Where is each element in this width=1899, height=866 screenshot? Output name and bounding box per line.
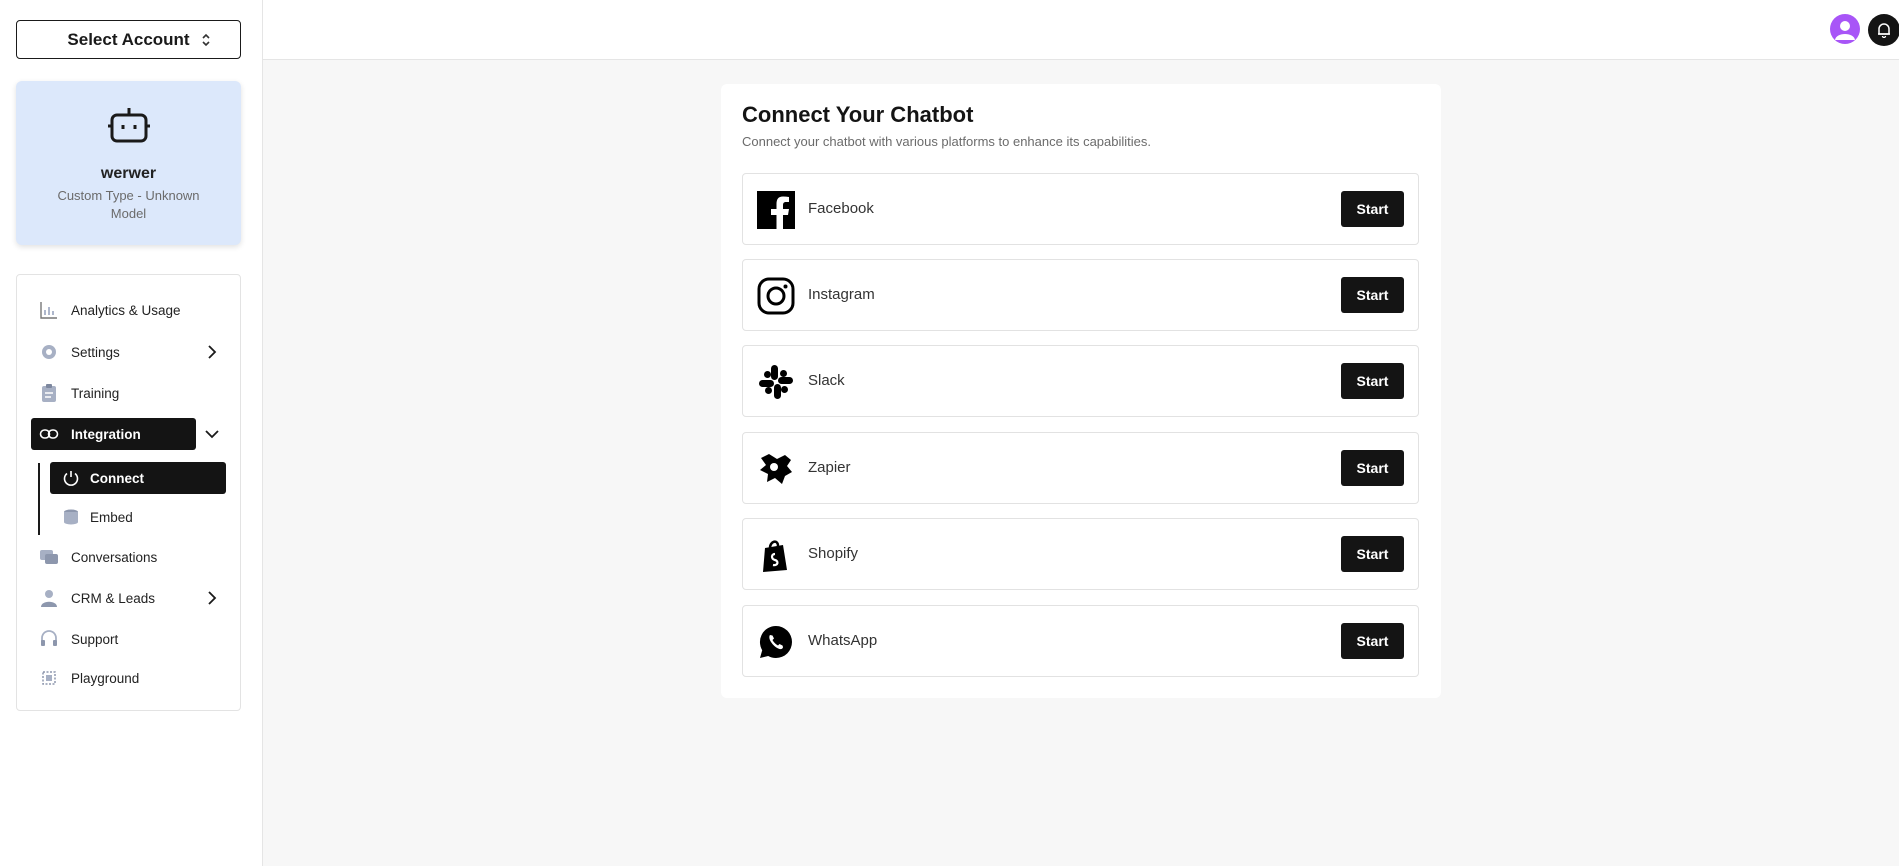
bot-type: Custom Type - Unknown Model	[57, 188, 200, 221]
sidebar-item-label: Playground	[71, 670, 140, 686]
chevron-up-down-icon	[202, 33, 210, 47]
user-icon	[41, 590, 57, 607]
sidebar-item-support[interactable]: Support	[31, 623, 231, 655]
database-icon	[64, 509, 78, 525]
sidebar: Select Account werwer Custom Type - Unkn…	[0, 0, 263, 866]
link-icon	[39, 429, 59, 439]
shopify-icon	[763, 540, 787, 572]
whatsapp-start-button[interactable]: Start	[1341, 623, 1404, 659]
chevron-right-icon[interactable]	[205, 345, 219, 359]
sidebar-item-training[interactable]: Training	[31, 377, 231, 409]
sidebar-subitem-label: Connect	[90, 470, 144, 486]
whatsapp-icon	[759, 625, 792, 658]
sidebar-subitem-embed[interactable]: Embed	[50, 501, 226, 533]
sidebar-item-label: Integration	[71, 426, 141, 442]
submenu-divider	[38, 463, 40, 535]
integration-row-whatsapp: WhatsApp Start	[742, 605, 1419, 677]
avatar-icon	[1835, 21, 1855, 40]
sidebar-item-label: Training	[71, 385, 120, 401]
sidebar-subitem-connect[interactable]: Connect	[50, 462, 226, 494]
integration-name: Zapier	[808, 459, 851, 476]
account-select-label: Select Account	[67, 29, 190, 49]
chevron-right-icon[interactable]	[205, 591, 219, 605]
sidebar-item-label: Conversations	[71, 549, 158, 565]
analytics-icon	[40, 302, 57, 319]
power-icon	[63, 471, 79, 486]
chip-icon	[42, 671, 56, 685]
integration-row-zapier: Zapier Start	[742, 432, 1419, 504]
bot-card: werwer Custom Type - Unknown Model	[16, 81, 241, 245]
sidebar-item-label: Analytics & Usage	[71, 302, 181, 318]
sidebar-item-label: CRM & Leads	[71, 590, 156, 606]
sidebar-item-integration[interactable]: Integration	[31, 418, 196, 450]
integration-row-facebook: Facebook Start	[742, 173, 1419, 245]
sidebar-item-playground[interactable]: Playground	[31, 662, 231, 694]
sidebar-item-crm[interactable]: CRM & Leads	[31, 582, 231, 614]
bot-name: werwer	[100, 165, 157, 182]
user-avatar[interactable]	[1830, 14, 1860, 44]
integration-name: Instagram	[808, 286, 875, 303]
bot-icon	[108, 108, 150, 143]
bell-icon	[1878, 23, 1890, 38]
slack-icon	[759, 365, 793, 399]
sidebar-item-conversations[interactable]: Conversations	[31, 541, 231, 573]
integration-name: WhatsApp	[808, 632, 878, 649]
integration-name: Slack	[808, 372, 845, 389]
chat-icon	[40, 550, 58, 564]
headset-icon	[41, 630, 57, 646]
shopify-start-button[interactable]: Start	[1341, 536, 1404, 572]
instagram-icon	[757, 277, 795, 315]
facebook-start-button[interactable]: Start	[1341, 191, 1404, 227]
sidebar-subitem-label: Embed	[90, 509, 133, 525]
notifications-button[interactable]	[1868, 14, 1899, 46]
connect-panel: Connect Your Chatbot Connect your chatbo…	[721, 84, 1441, 698]
sidebar-item-settings[interactable]: Settings	[31, 336, 231, 368]
account-select[interactable]: Select Account	[16, 20, 241, 59]
zapier-start-button[interactable]: Start	[1341, 450, 1404, 486]
slack-start-button[interactable]: Start	[1341, 363, 1404, 399]
clipboard-icon	[42, 384, 56, 402]
integration-name: Shopify	[808, 545, 859, 562]
integration-row-slack: Slack Start	[742, 345, 1419, 417]
integration-row-shopify: Shopify Start	[742, 518, 1419, 590]
integration-name: Facebook	[808, 200, 874, 217]
gear-icon	[42, 345, 56, 359]
sidebar-item-label: Support	[71, 631, 119, 647]
page-title: Connect Your Chatbot	[742, 102, 974, 127]
top-bar	[263, 0, 1899, 60]
instagram-start-button[interactable]: Start	[1341, 277, 1404, 313]
chevron-down-icon[interactable]	[205, 427, 219, 441]
sidebar-item-label: Settings	[71, 344, 120, 360]
facebook-icon	[757, 191, 795, 229]
sidebar-item-analytics[interactable]: Analytics & Usage	[31, 294, 231, 326]
page-subtitle: Connect your chatbot with various platfo…	[742, 134, 1151, 149]
zapier-icon	[760, 454, 792, 484]
sidebar-nav: Analytics & Usage Settings Training Inte…	[16, 274, 241, 711]
integration-row-instagram: Instagram Start	[742, 259, 1419, 331]
